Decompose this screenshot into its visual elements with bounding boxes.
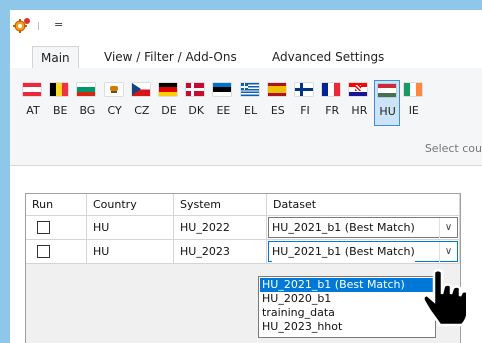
column-header-system[interactable]: System [174,194,267,216]
hr-flag-icon [349,83,368,96]
run-checkbox[interactable] [37,245,50,258]
ribbon-tab-bar: Main View / Filter / Add-Ons Advanced Se… [10,46,482,70]
dropdown-option[interactable]: HU_2020_b1 [260,292,434,306]
country-code-label: DE [161,104,177,117]
fr-flag-icon [322,83,341,96]
ie-flag-icon [403,83,422,96]
dataset-combobox[interactable]: HU_2021_b1 (Best Match) ∨ [268,217,458,238]
dataset-combobox[interactable]: HU_2021_b1 (Best Match) ∨ [268,241,458,262]
country-button-fi[interactable]: FI [292,80,318,126]
system-cell: HU_2023 [174,240,267,264]
country-code-label: DK [188,104,205,117]
country-button-ie[interactable]: IE [401,80,427,126]
country-button-de[interactable]: DE [156,80,182,126]
country-code-label: FI [300,104,310,117]
tab-main[interactable]: Main [32,46,79,70]
ee-flag-icon [213,83,232,96]
country-button-bg[interactable]: BG [74,80,100,126]
country-button-fr[interactable]: FR [319,80,345,126]
dataset-dropdown-list: HU_2021_b1 (Best Match) HU_2020_b1 train… [258,276,436,338]
customize-toolbar-dropdown[interactable]: = [54,18,63,31]
chevron-down-icon[interactable]: ∨ [439,218,457,238]
ribbon-panel: AT BE BG CY CZ DE DK EE EL ES FI FR HR HU IE Select co… [10,68,482,166]
el-flag-icon [240,83,259,96]
toolbar-separator [38,22,39,30]
es-flag-icon [267,83,286,96]
country-button-dk[interactable]: DK [183,80,209,126]
country-button-el[interactable]: EL [238,80,264,126]
country-button-ee[interactable]: EE [210,80,236,126]
country-code-label: EL [244,104,258,117]
column-header-dataset[interactable]: Dataset [267,194,460,216]
dataset-combobox-value: HU_2021_b1 (Best Match) [272,221,415,234]
country-code-label: EE [216,104,231,117]
country-button-hu[interactable]: HU [373,80,400,126]
country-code-label: AT [26,104,40,117]
column-header-run[interactable]: Run [26,194,87,216]
dataset-cell: HU_2021_b1 (Best Match) ∨ [267,240,460,264]
chevron-down-icon[interactable]: ∨ [439,242,457,262]
dropdown-option[interactable]: training_data [260,306,434,320]
dataset-cell: HU_2021_b1 (Best Match) ∨ [267,216,460,240]
country-button-cy[interactable]: CY [102,80,128,126]
country-button-hr[interactable]: HR [346,80,372,126]
bg-flag-icon [77,83,96,96]
tab-view-filter-addons[interactable]: View / Filter / Add-Ons [96,46,245,68]
country-code-label: HR [351,104,368,117]
run-cell [26,240,87,264]
quick-access-toolbar: = [10,10,482,38]
hu-flag-icon [377,84,396,97]
ribbon-group-caption: Select cou [424,142,482,155]
country-code-label: FR [325,104,340,117]
fi-flag-icon [295,83,313,96]
de-flag-icon [159,83,177,96]
country-code-label: ES [270,104,285,117]
run-cell [26,216,87,240]
gear-app-icon[interactable] [12,16,32,36]
cz-flag-icon [131,83,150,96]
country-code-label: BE [52,104,68,117]
tab-advanced-settings[interactable]: Advanced Settings [264,46,392,68]
country-cell: HU [87,240,174,264]
dropdown-option[interactable]: HU_2021_b1 (Best Match) [260,278,434,292]
cy-flag-icon [104,83,123,96]
country-code-label: BG [79,104,96,117]
country-button-be[interactable]: BE [47,80,73,126]
country-code-label: IE [408,104,419,117]
dk-flag-icon [186,83,205,96]
country-button-es[interactable]: ES [265,80,291,126]
country-button-cz[interactable]: CZ [129,80,155,126]
country-code-label: CZ [134,104,150,117]
dataset-combobox-value: HU_2021_b1 (Best Match) [272,242,415,262]
run-checkbox[interactable] [37,221,50,234]
country-cell: HU [87,216,174,240]
system-cell: HU_2022 [174,216,267,240]
country-code-label: HU [379,105,396,118]
at-flag-icon [23,83,41,96]
dropdown-option[interactable]: HU_2023_hhot [260,320,434,334]
be-flag-icon [50,83,69,96]
country-button-at[interactable]: AT [20,80,46,126]
country-code-label: CY [107,104,122,117]
column-header-country[interactable]: Country [87,194,174,216]
hand-cursor-icon [422,268,466,327]
